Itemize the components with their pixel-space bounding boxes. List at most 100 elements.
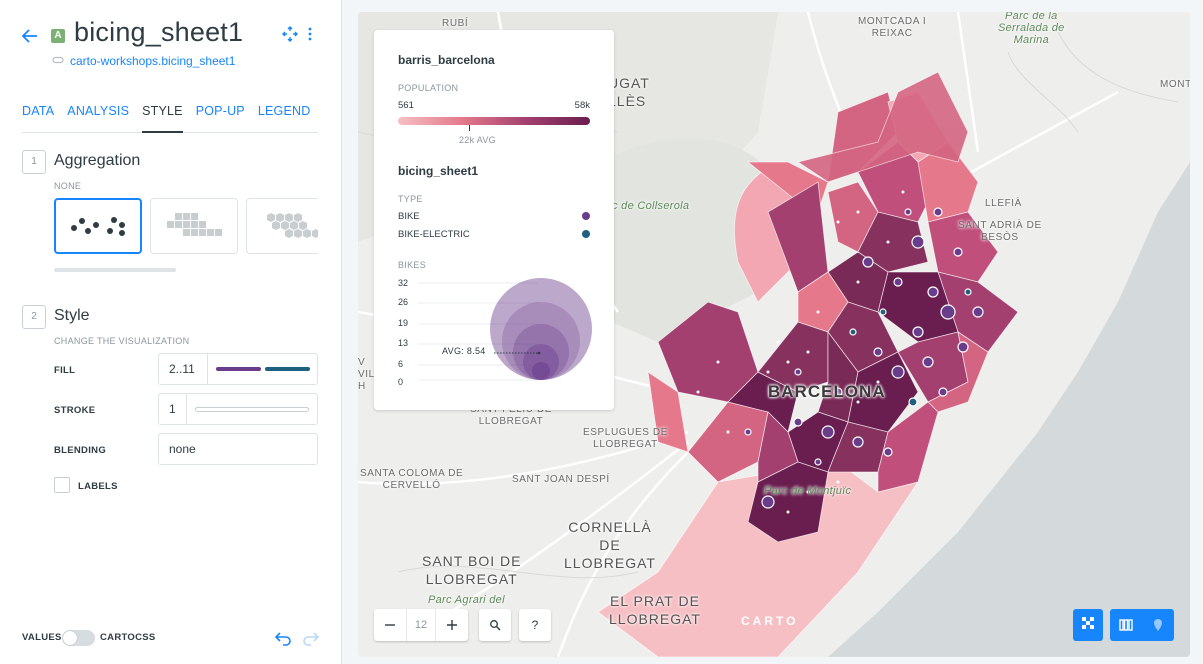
legend-layer-title: barris_barcelona — [398, 53, 495, 67]
source-name: carto-workshops.bicing_sheet1 — [70, 54, 236, 68]
map-options-button[interactable] — [1073, 609, 1103, 641]
field-divider — [207, 354, 208, 384]
category-label: BIKE — [398, 211, 420, 222]
search-control[interactable] — [479, 609, 511, 641]
bubble-value: 6 — [398, 359, 404, 369]
bubble-value: 32 — [398, 278, 409, 288]
points-icon — [71, 217, 125, 236]
back-arrow-icon[interactable] — [20, 26, 40, 46]
place-label: SANT ADRIÀ DE BESÒS — [958, 220, 1042, 243]
aggregation-selected: NONE — [54, 181, 82, 191]
hexagon-grid-icon — [267, 213, 318, 238]
blending-select[interactable]: none — [158, 433, 318, 465]
style-panel: A bicing_sheet1 carto-workshops.bicing_s… — [0, 0, 342, 664]
map-legend: barris_barcelona POPULATION 561 58k 22k … — [374, 30, 614, 410]
tab-pop-up[interactable]: POP-UP — [196, 104, 245, 133]
cartocss-label: CARTOCSS — [100, 632, 156, 643]
aggregation-scrollbar[interactable] — [54, 268, 176, 272]
place-label: MONTG — [1160, 79, 1190, 90]
panel-tabs: DATA ANALYSIS STYLE POP-UP LEGEND — [22, 104, 318, 133]
city-label-barcelona: BARCELONA — [768, 382, 886, 401]
labels-checkbox[interactable] — [54, 477, 70, 493]
style-title: Style — [54, 307, 90, 324]
aggregation-option-hexbins[interactable] — [246, 198, 318, 254]
place-label: MONTCADA I REIXAC — [858, 16, 927, 39]
place-label: CORNELLÀ DE LLOBREGAT — [564, 519, 656, 571]
tab-legend[interactable]: LEGEND — [258, 104, 311, 133]
place-label: LLEFIÀ — [985, 198, 1022, 209]
place-label: ESPLUGUES DE LLOBREGAT — [583, 427, 669, 450]
bubble-value: 0 — [398, 377, 404, 387]
park-label: Parc de la Serralada de Marina — [998, 12, 1065, 46]
ramp-max: 58k — [574, 100, 590, 111]
map-pin-icon[interactable] — [1142, 609, 1174, 641]
place-label: RUBÍ — [442, 18, 469, 29]
aggregation-option-squares[interactable] — [150, 198, 238, 254]
toggle-knob — [63, 631, 77, 645]
undo-icon[interactable] — [274, 630, 292, 651]
labels-label: LABELS — [78, 481, 118, 492]
ramp-min: 561 — [398, 100, 414, 111]
help-button[interactable]: ? — [519, 609, 551, 641]
place-label: SANT JOAN DESPÍ — [512, 474, 610, 485]
redo-icon[interactable] — [302, 630, 320, 651]
fill-color-swatch-bike-electric[interactable] — [265, 367, 310, 371]
stroke-color-swatch[interactable] — [195, 407, 309, 412]
fill-label: FILL — [54, 365, 76, 376]
step-number-2: 2 — [22, 305, 46, 329]
tab-style[interactable]: STYLE — [142, 104, 183, 133]
values-cartocss-toggle[interactable] — [62, 630, 95, 646]
bubble-avg: AVG: 8.54 — [440, 346, 488, 356]
place-label: SANT BOI DE LLOBREGAT — [422, 553, 522, 587]
widgets-icon[interactable] — [1110, 609, 1142, 641]
category-dot-bike — [582, 212, 590, 220]
source-link[interactable]: carto-workshops.bicing_sheet1 — [52, 54, 235, 68]
center-layer-icon[interactable] — [282, 26, 298, 47]
carto-logo: CARTO — [741, 614, 799, 628]
zoom-level: 12 — [406, 609, 436, 641]
legend-layer-title: bicing_sheet1 — [398, 164, 479, 178]
field-divider — [186, 394, 187, 424]
style-subtitle: CHANGE THE VISUALIZATION — [54, 336, 190, 346]
zoom-in-button[interactable] — [436, 609, 468, 641]
place-label: EL PRAT DE LLOBREGAT — [609, 593, 701, 627]
more-options-icon[interactable] — [306, 26, 314, 47]
ramp-avg-tick — [469, 125, 470, 131]
fill-color-swatch-bike[interactable] — [216, 367, 261, 371]
help-control[interactable]: ? — [519, 609, 551, 641]
widget-view-toggle[interactable] — [1110, 609, 1174, 641]
blending-label: BLENDING — [54, 445, 107, 456]
category-dot-bike-electric — [582, 230, 590, 238]
aggregation-option-points[interactable] — [54, 198, 142, 254]
step-number-1: 1 — [22, 150, 46, 174]
fill-field[interactable]: 2..11 — [158, 353, 318, 385]
fill-value: 2..11 — [169, 362, 195, 376]
aggregation-title: Aggregation — [54, 152, 141, 169]
category-label: BIKE-ELECTRIC — [398, 229, 470, 240]
bubble-value: 19 — [398, 318, 409, 328]
layer-title[interactable]: bicing_sheet1 — [74, 17, 243, 48]
tab-analysis[interactable]: ANALYSIS — [67, 104, 129, 133]
bubble-field-label: BIKES — [398, 260, 427, 270]
place-label: SANTA COLOMA DE CERVELLÓ — [360, 468, 464, 491]
zoom-control: 12 — [374, 609, 468, 641]
blending-value: none — [169, 442, 196, 456]
legend-field-name: POPULATION — [398, 83, 459, 93]
stroke-label: STROKE — [54, 405, 96, 416]
squares-grid-icon — [167, 213, 222, 236]
park-label: Parc de Montjuïc — [764, 485, 852, 497]
values-label: VALUES — [22, 632, 62, 643]
legend-type-label: TYPE — [398, 194, 423, 204]
bubble-size-scale — [418, 278, 592, 381]
choropleth-color-ramp — [398, 117, 590, 125]
layer-type-badge: A — [51, 29, 65, 43]
zoom-out-button[interactable] — [374, 609, 406, 641]
place-label: UGAT LLÈS — [608, 75, 650, 109]
bubble-value: 13 — [398, 338, 409, 348]
tab-data[interactable]: DATA — [22, 104, 54, 133]
stroke-field[interactable]: 1 — [158, 393, 318, 425]
search-icon[interactable] — [479, 609, 511, 641]
ramp-avg: 22k AVG — [459, 135, 496, 145]
stroke-value: 1 — [169, 402, 176, 416]
park-label: Parc Agrari del — [428, 594, 505, 606]
